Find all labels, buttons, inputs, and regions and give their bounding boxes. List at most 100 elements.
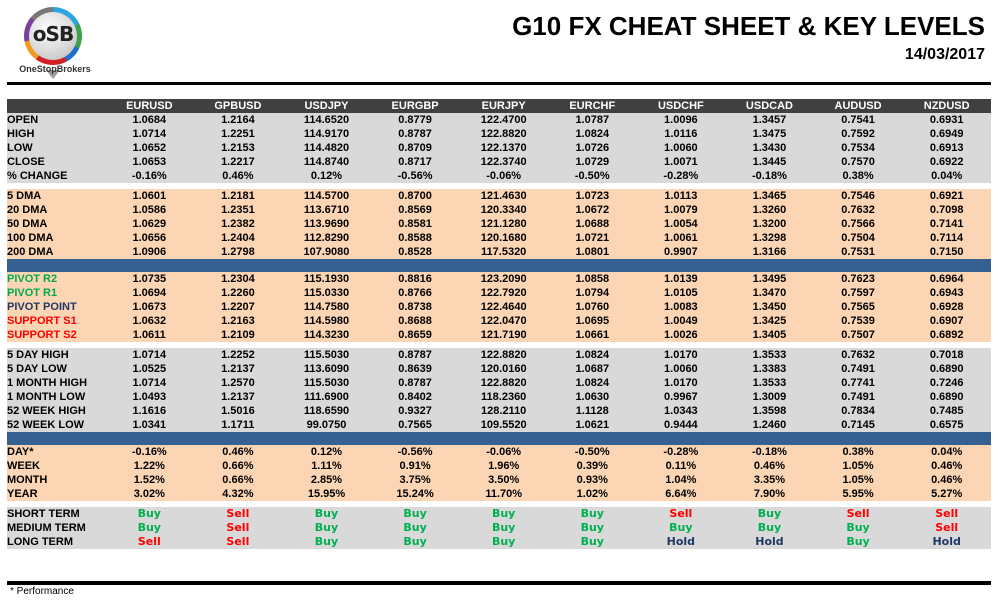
- value-cell: 7.90%: [725, 487, 814, 501]
- signal-cell: Buy: [725, 507, 814, 521]
- value-cell: 1.0787: [547, 113, 637, 127]
- value-cell: 0.6575: [902, 418, 991, 432]
- value-cell: 1.0630: [547, 390, 637, 404]
- value-cell: 1.3166: [725, 245, 814, 259]
- value-cell: 0.7565: [370, 418, 460, 432]
- value-cell: 1.0629: [105, 217, 194, 231]
- value-cell: 1.0061: [636, 231, 726, 245]
- signal-cell: Buy: [282, 521, 371, 535]
- table-row: PIVOT R1 1.0694 1.2260 115.0330 0.8766 122.79…: [7, 286, 991, 300]
- row-label: SHORT TERM: [7, 507, 105, 521]
- signal-cell: Buy: [282, 507, 371, 521]
- value-cell: 1.0525: [105, 362, 194, 376]
- value-cell: 0.8779: [370, 113, 460, 127]
- row-label: PIVOT R1: [7, 286, 105, 300]
- value-cell: 1.3533: [725, 376, 814, 390]
- signal-cell: Buy: [636, 521, 726, 535]
- value-cell: 1.0824: [547, 348, 637, 362]
- value-cell: 1.0672: [547, 203, 637, 217]
- table-row: CLOSE 1.0653 1.2217 114.8740 0.8717 122.3740 1…: [7, 155, 991, 169]
- value-cell: 0.6890: [902, 390, 991, 404]
- value-cell: 0.8709: [370, 141, 460, 155]
- value-cell: 1.2181: [193, 189, 283, 203]
- value-cell: 0.7141: [902, 217, 991, 231]
- value-cell: 1.0714: [105, 348, 194, 362]
- signal-cell: Buy: [547, 535, 637, 549]
- value-cell: 1.2252: [193, 348, 283, 362]
- value-cell: 1.3430: [725, 141, 814, 155]
- table-row: DAY* -0.16% 0.46% 0.12% -0.56% -0.06% -0.50% -0…: [7, 445, 991, 459]
- value-cell: 0.7491: [813, 390, 903, 404]
- value-cell: 99.0750: [282, 418, 371, 432]
- value-cell: 121.4630: [459, 189, 548, 203]
- value-cell: 0.7565: [813, 300, 903, 314]
- column-header-gpbusd: GPBUSD: [193, 99, 283, 113]
- table-row: 5 DMA 1.0601 1.2181 114.5700 0.8700 121.4630 1…: [7, 189, 991, 203]
- column-header-usdchf: USDCHF: [636, 99, 726, 113]
- value-cell: 4.32%: [193, 487, 283, 501]
- value-cell: 15.95%: [282, 487, 371, 501]
- value-cell: 0.9327: [370, 404, 460, 418]
- value-cell: 0.7504: [813, 231, 903, 245]
- table-row: 1 MONTH HIGH 1.0714 1.2570 115.5030 0.8787 12…: [7, 376, 991, 390]
- value-cell: 3.50%: [459, 473, 548, 487]
- value-cell: 0.8816: [370, 272, 460, 286]
- value-cell: 1.0621: [547, 418, 637, 432]
- value-cell: 122.3740: [459, 155, 548, 169]
- signal-cell: Sell: [902, 521, 991, 535]
- value-cell: 0.38%: [813, 169, 903, 183]
- value-cell: 0.7539: [813, 314, 903, 328]
- table-body: OPEN 1.0684 1.2164 114.6520 0.8779 122.4700 1.…: [7, 113, 991, 549]
- value-cell: 1.2351: [193, 203, 283, 217]
- row-label: YEAR: [7, 487, 105, 501]
- value-cell: 0.39%: [547, 459, 637, 473]
- value-cell: 114.7580: [282, 300, 371, 314]
- value-cell: -0.50%: [547, 169, 637, 183]
- table-row: SUPPORT S1 1.0632 1.2163 114.5980 0.8688 122.…: [7, 314, 991, 328]
- value-cell: 1.3457: [725, 113, 814, 127]
- value-cell: 0.8738: [370, 300, 460, 314]
- value-cell: 1.0079: [636, 203, 726, 217]
- table-row: WEEK 1.22% 0.66% 1.11% 0.91% 1.96% 0.39% 0.11% 0…: [7, 459, 991, 473]
- signal-cell: Buy: [725, 521, 814, 535]
- signal-cell: Buy: [459, 507, 548, 521]
- row-label: SUPPORT S2: [7, 328, 105, 342]
- value-cell: 0.6943: [902, 286, 991, 300]
- table-row: 200 DMA 1.0906 1.2798 107.9080 0.8528 117.532…: [7, 245, 991, 259]
- signal-cell: Sell: [105, 535, 194, 549]
- value-cell: 3.75%: [370, 473, 460, 487]
- column-header-usdcad: USDCAD: [725, 99, 814, 113]
- value-cell: 115.5030: [282, 376, 371, 390]
- value-cell: 1.0113: [636, 189, 726, 203]
- value-cell: 122.4640: [459, 300, 548, 314]
- value-cell: 0.8787: [370, 348, 460, 362]
- value-cell: 1.0729: [547, 155, 637, 169]
- value-cell: 111.6900: [282, 390, 371, 404]
- value-cell: 0.6949: [902, 127, 991, 141]
- value-cell: 1.2137: [193, 390, 283, 404]
- signal-cell: Sell: [636, 507, 726, 521]
- signal-cell: Buy: [282, 535, 371, 549]
- signal-cell: Sell: [193, 521, 283, 535]
- row-label: CLOSE: [7, 155, 105, 169]
- value-cell: 112.8290: [282, 231, 371, 245]
- value-cell: 1.1711: [193, 418, 283, 432]
- value-cell: 1.2207: [193, 300, 283, 314]
- value-cell: 0.8588: [370, 231, 460, 245]
- signal-cell: Hold: [725, 535, 814, 549]
- value-cell: 1.96%: [459, 459, 548, 473]
- value-cell: 1.2260: [193, 286, 283, 300]
- row-label: PIVOT R2: [7, 272, 105, 286]
- value-cell: 1.05%: [813, 473, 903, 487]
- table-row: PIVOT R2 1.0735 1.2304 115.1930 0.8816 123.20…: [7, 272, 991, 286]
- table-row: 20 DMA 1.0586 1.2351 113.6710 0.8569 120.3340…: [7, 203, 991, 217]
- table-row: 5 DAY LOW 1.0525 1.2137 113.6090 0.8639 120.0…: [7, 362, 991, 376]
- value-cell: 120.0160: [459, 362, 548, 376]
- value-cell: 1.3405: [725, 328, 814, 342]
- value-cell: 0.12%: [282, 445, 371, 459]
- value-cell: 114.6520: [282, 113, 371, 127]
- value-cell: 1.2164: [193, 113, 283, 127]
- value-cell: 1.0170: [636, 376, 726, 390]
- value-cell: 0.6964: [902, 272, 991, 286]
- value-cell: 0.8787: [370, 127, 460, 141]
